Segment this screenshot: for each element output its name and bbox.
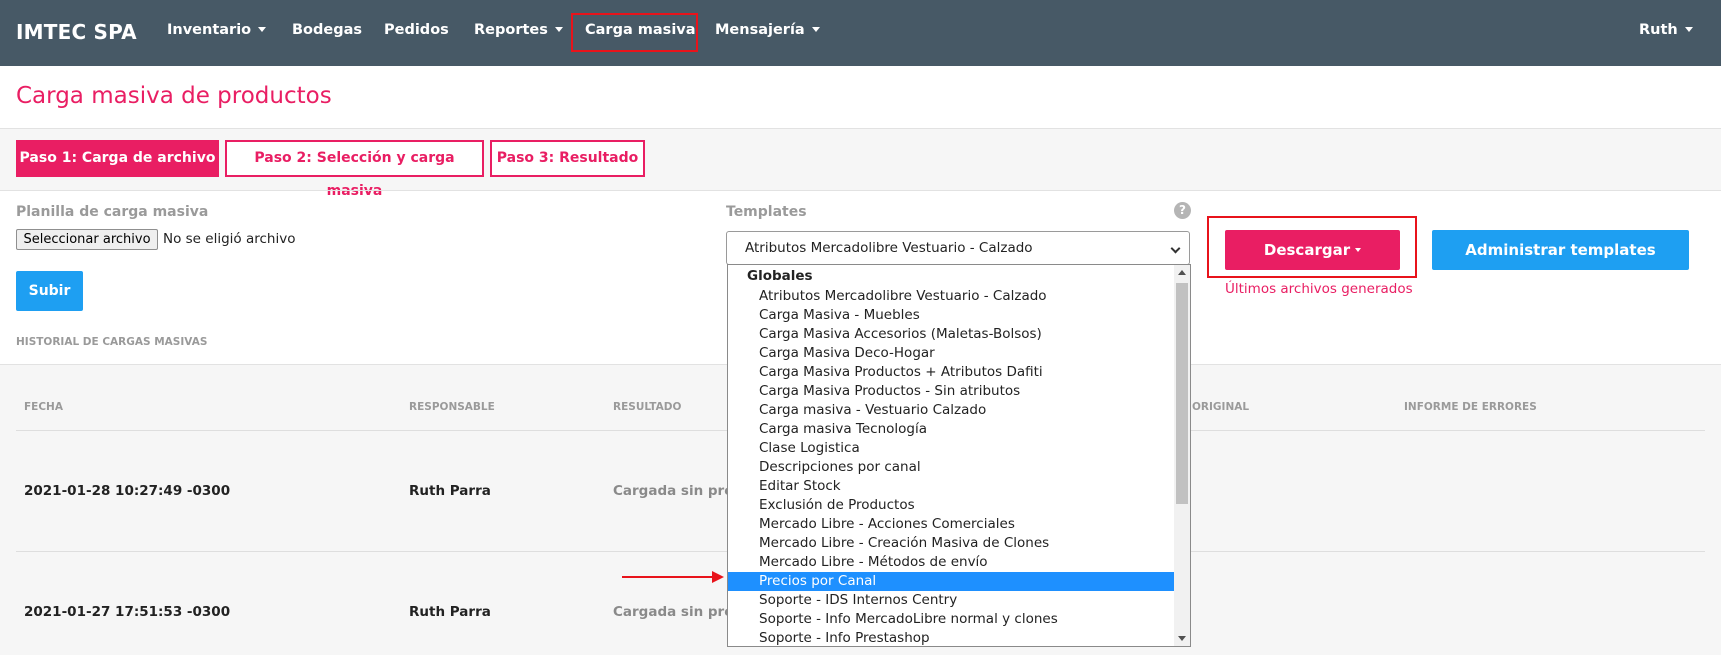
column-header-resultado: RESULTADO xyxy=(613,401,682,413)
user-menu[interactable]: Ruth xyxy=(1639,22,1693,38)
dropdown-option[interactable]: Descripciones por canal xyxy=(728,458,1174,477)
nav-pedidos[interactable]: Pedidos xyxy=(384,22,449,38)
dropdown-option[interactable]: Soporte - Info MercadoLibre normal y clo… xyxy=(728,610,1174,629)
dropdown-option[interactable]: Carga Masiva Accesorios (Maletas-Bolsos) xyxy=(728,325,1174,344)
table-row-responsable: Ruth Parra xyxy=(409,483,491,499)
scrollbar-thumb[interactable] xyxy=(1176,283,1188,504)
file-status-text: No se eligió archivo xyxy=(163,231,296,247)
brand-logo[interactable]: IMTEC SPA xyxy=(16,20,137,44)
file-select-button[interactable]: Seleccionar archivo xyxy=(16,229,158,250)
dropdown-option[interactable]: Clase Logistica xyxy=(728,439,1174,458)
dropdown-option[interactable]: Carga Masiva - Muebles xyxy=(728,306,1174,325)
scroll-up-arrow-icon[interactable] xyxy=(1178,270,1186,275)
dropdown-option[interactable]: Carga Masiva Productos - Sin atributos xyxy=(728,382,1174,401)
chevron-down-icon xyxy=(258,26,267,32)
dropdown-option[interactable]: Carga masiva Tecnología xyxy=(728,420,1174,439)
column-header-informe-errores: INFORME DE ERRORES xyxy=(1404,401,1537,413)
nav-reportes[interactable]: Reportes xyxy=(474,22,563,38)
scroll-down-arrow-icon[interactable] xyxy=(1178,636,1186,641)
dropdown-option[interactable]: Mercado Libre - Creación Masiva de Clone… xyxy=(728,534,1174,553)
annotation-arrow-head-icon xyxy=(712,571,724,583)
chevron-down-icon xyxy=(811,26,820,32)
nav-inventario[interactable]: Inventario xyxy=(167,22,267,38)
dropdown-option[interactable]: Exclusión de Productos xyxy=(728,496,1174,515)
chevron-down-icon xyxy=(1355,247,1362,252)
column-header-original: ORIGINAL xyxy=(1192,401,1250,413)
nav-bodegas[interactable]: Bodegas xyxy=(292,22,362,38)
navbar: IMTEC SPA Inventario Bodegas Pedidos Rep… xyxy=(0,0,1721,66)
upload-submit-button[interactable]: Subir xyxy=(16,271,83,311)
dropdown-group-label: Globales xyxy=(747,268,813,284)
dropdown-option[interactable]: Mercado Libre - Métodos de envío xyxy=(728,553,1174,572)
step-3-button[interactable]: Paso 3: Resultado xyxy=(490,140,645,177)
dropdown-option[interactable]: Soporte - Info Prestashop xyxy=(728,629,1174,648)
chevron-down-icon xyxy=(554,26,563,32)
dropdown-option[interactable]: Mercado Libre - Acciones Comerciales xyxy=(728,515,1174,534)
step-1-button[interactable]: Paso 1: Carga de archivo xyxy=(16,140,219,177)
annotation-highlight-nav xyxy=(571,13,698,52)
dropdown-option[interactable]: Soporte - IDS Internos Centry xyxy=(728,591,1174,610)
table-row-fecha: 2021-01-27 17:51:53 -0300 xyxy=(24,604,231,620)
last-files-link[interactable]: Últimos archivos generados xyxy=(1225,281,1413,297)
page-title: Carga masiva de productos xyxy=(16,83,332,109)
templates-label: Templates xyxy=(726,204,807,220)
history-title: HISTORIAL DE CARGAS MASIVAS xyxy=(16,336,208,348)
step-2-button[interactable]: Paso 2: Selección y carga masiva xyxy=(225,140,484,199)
dropdown-option[interactable]: Editar Stock xyxy=(728,477,1174,496)
dropdown-option[interactable]: Atributos Mercadolibre Vestuario - Calza… xyxy=(728,287,1174,306)
annotation-arrow xyxy=(622,576,715,578)
column-header-responsable: RESPONSABLE xyxy=(409,401,495,413)
nav-mensajeria[interactable]: Mensajería xyxy=(715,22,820,38)
nav-inventario-label: Inventario xyxy=(167,22,252,38)
help-icon[interactable]: ? xyxy=(1174,202,1191,219)
dropdown-option[interactable]: Carga Masiva Productos + Atributos Dafit… xyxy=(728,363,1174,382)
chevron-down-icon xyxy=(1170,243,1181,254)
table-row-responsable: Ruth Parra xyxy=(409,604,491,620)
templates-select[interactable]: Atributos Mercadolibre Vestuario - Calza… xyxy=(726,231,1190,265)
download-button-label: Descargar xyxy=(1263,241,1351,259)
upload-label: Planilla de carga masiva xyxy=(16,204,209,220)
manage-templates-button[interactable]: Administrar templates xyxy=(1432,230,1689,270)
nav-reportes-label: Reportes xyxy=(474,22,548,38)
table-row-fecha: 2021-01-28 10:27:49 -0300 xyxy=(24,483,231,499)
dropdown-scrollbar[interactable] xyxy=(1174,265,1190,646)
templates-dropdown-list[interactable]: Globales Atributos Mercadolibre Vestuari… xyxy=(727,264,1191,647)
dropdown-option[interactable]: Precios por Canal xyxy=(728,572,1174,591)
dropdown-option[interactable]: Carga masiva - Vestuario Calzado xyxy=(728,401,1174,420)
chevron-down-icon xyxy=(1684,26,1693,32)
divider xyxy=(0,190,1721,191)
nav-mensajeria-label: Mensajería xyxy=(715,22,805,38)
dropdown-option[interactable]: Carga Masiva Deco-Hogar xyxy=(728,344,1174,363)
column-header-fecha: FECHA xyxy=(24,401,63,413)
templates-select-value: Atributos Mercadolibre Vestuario - Calza… xyxy=(745,240,1033,256)
download-button[interactable]: Descargar xyxy=(1225,230,1400,270)
user-name: Ruth xyxy=(1639,22,1678,38)
